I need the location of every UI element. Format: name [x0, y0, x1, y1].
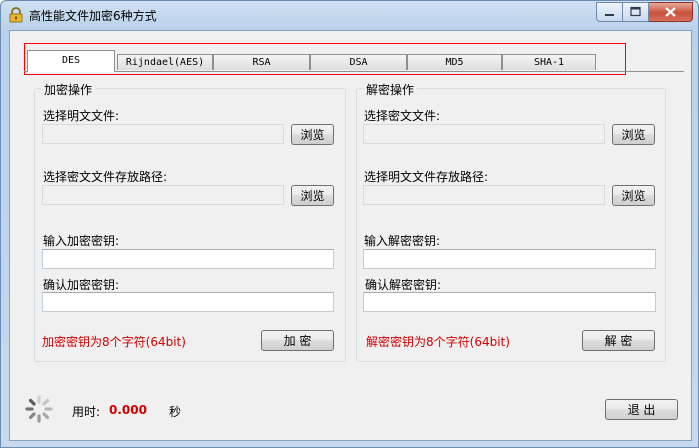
encrypt-browse-save-button[interactable]: 浏览: [291, 185, 334, 206]
loading-spinner-icon: [25, 395, 53, 423]
close-button[interactable]: [649, 2, 693, 22]
plain-save-path-input[interactable]: [364, 186, 604, 204]
elapsed-time-unit: 秒: [169, 405, 182, 419]
decrypt-button[interactable]: 解 密: [582, 330, 655, 351]
elapsed-time-value: 0.000: [109, 403, 147, 417]
cipher-save-path-label: 选择密文文件存放路径:: [43, 170, 168, 184]
title-bar[interactable]: 高性能文件加密6种方式: [1, 1, 698, 30]
plain-file-input[interactable]: [43, 125, 283, 143]
cipher-save-path-input[interactable]: [43, 186, 283, 204]
elapsed-time-label: 用时:: [72, 405, 101, 419]
plain-file-field[interactable]: [42, 124, 284, 144]
encrypt-browse-plain-button[interactable]: 浏览: [291, 124, 334, 145]
encrypt-key-confirm-field[interactable]: [42, 292, 334, 312]
cipher-file-field[interactable]: [363, 124, 605, 144]
decrypt-key-hint: 解密密钥为8个字符(64bit): [366, 335, 510, 349]
decrypt-key-input[interactable]: [364, 250, 655, 268]
tab-sha1[interactable]: SHA-1: [502, 54, 596, 70]
decrypt-group-title: 解密操作: [363, 81, 418, 98]
decrypt-key-confirm-label: 确认解密密钥:: [365, 278, 442, 292]
tab-rsa[interactable]: RSA: [213, 54, 310, 70]
plain-save-path-field[interactable]: [363, 185, 605, 205]
encrypt-group-title: 加密操作: [41, 81, 96, 98]
exit-button[interactable]: 退 出: [605, 399, 678, 420]
minimize-button[interactable]: [596, 2, 623, 22]
encrypt-key-label: 输入加密密钥:: [43, 234, 120, 248]
plain-save-path-label: 选择明文文件存放路径:: [364, 170, 489, 184]
decrypt-browse-save-button[interactable]: 浏览: [612, 185, 655, 206]
tab-des[interactable]: DES: [27, 50, 115, 72]
minimize-icon: [605, 14, 614, 16]
decrypt-key-confirm-input[interactable]: [364, 293, 655, 311]
window-title: 高性能文件加密6种方式: [29, 9, 157, 23]
decrypt-key-confirm-field[interactable]: [363, 292, 656, 312]
window-controls: [596, 2, 693, 22]
decrypt-key-label: 输入解密密钥:: [364, 234, 441, 248]
encrypt-key-input[interactable]: [43, 250, 333, 268]
decrypt-browse-cipher-button[interactable]: 浏览: [612, 124, 655, 145]
maximize-button[interactable]: [623, 2, 649, 22]
plain-file-label: 选择明文文件:: [43, 109, 120, 123]
decrypt-key-field[interactable]: [363, 249, 656, 269]
encrypt-key-confirm-input[interactable]: [43, 293, 333, 311]
lock-icon: [9, 7, 23, 23]
cipher-file-input[interactable]: [364, 125, 604, 143]
encrypt-button[interactable]: 加 密: [261, 330, 334, 351]
maximize-icon: [630, 6, 641, 17]
cipher-save-path-field[interactable]: [42, 185, 284, 205]
cipher-file-label: 选择密文文件:: [364, 109, 441, 123]
tab-rijndael-aes[interactable]: Rijndael(AES): [117, 54, 213, 70]
tab-dsa[interactable]: DSA: [310, 54, 407, 70]
encrypt-key-hint: 加密密钥为8个字符(64bit): [42, 335, 186, 349]
close-icon: [665, 7, 676, 17]
encrypt-key-field[interactable]: [42, 249, 334, 269]
encrypt-key-confirm-label: 确认加密密钥:: [43, 278, 120, 292]
tab-md5[interactable]: MD5: [407, 54, 502, 70]
